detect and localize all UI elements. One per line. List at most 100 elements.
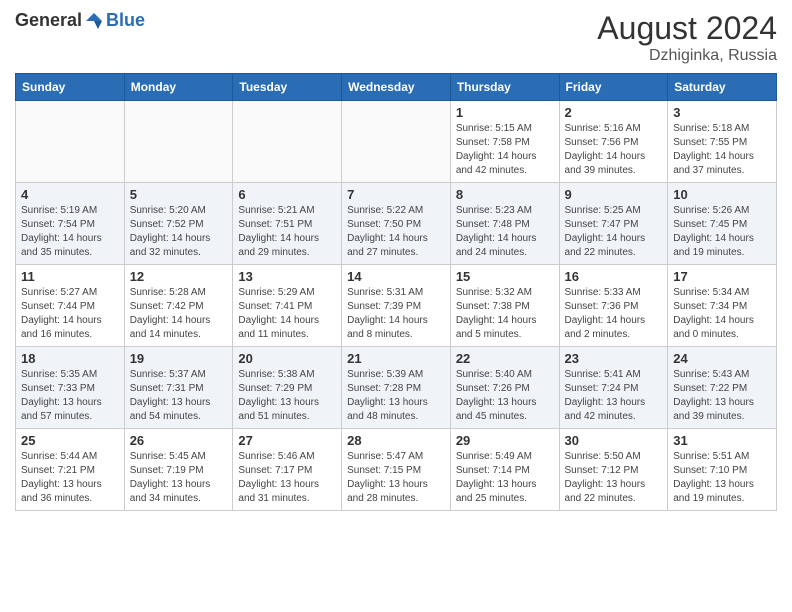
calendar-week-row: 4 Sunrise: 5:19 AM Sunset: 7:54 PM Daylig…	[16, 183, 777, 265]
logo-icon	[84, 11, 104, 31]
day-info: Sunrise: 5:50 AM Sunset: 7:12 PM Dayligh…	[565, 450, 663, 506]
location: Dzhiginka, Russia	[597, 47, 777, 65]
day-info: Sunrise: 5:40 AM Sunset: 7:26 PM Dayligh…	[456, 368, 554, 424]
calendar-cell: 6 Sunrise: 5:21 AM Sunset: 7:51 PM Daylig…	[233, 183, 342, 265]
calendar-cell: 29 Sunrise: 5:49 AM Sunset: 7:14 PM Dayli…	[450, 429, 559, 511]
day-info: Sunrise: 5:21 AM Sunset: 7:51 PM Dayligh…	[238, 204, 336, 260]
day-number: 10	[673, 187, 771, 202]
day-number: 7	[347, 187, 445, 202]
calendar-cell: 11 Sunrise: 5:27 AM Sunset: 7:44 PM Dayli…	[16, 265, 125, 347]
calendar-cell: 18 Sunrise: 5:35 AM Sunset: 7:33 PM Dayli…	[16, 347, 125, 429]
day-info: Sunrise: 5:22 AM Sunset: 7:50 PM Dayligh…	[347, 204, 445, 260]
day-number: 14	[347, 269, 445, 284]
day-info: Sunrise: 5:37 AM Sunset: 7:31 PM Dayligh…	[130, 368, 228, 424]
calendar-cell: 14 Sunrise: 5:31 AM Sunset: 7:39 PM Dayli…	[342, 265, 451, 347]
calendar-cell: 16 Sunrise: 5:33 AM Sunset: 7:36 PM Dayli…	[559, 265, 668, 347]
day-info: Sunrise: 5:44 AM Sunset: 7:21 PM Dayligh…	[21, 450, 119, 506]
month-year: August 2024	[597, 10, 777, 47]
day-info: Sunrise: 5:26 AM Sunset: 7:45 PM Dayligh…	[673, 204, 771, 260]
day-info: Sunrise: 5:19 AM Sunset: 7:54 PM Dayligh…	[21, 204, 119, 260]
calendar-cell: 17Sunrise: 5:34 AM Sunset: 7:34 PM Dayli…	[668, 265, 777, 347]
logo-blue: Blue	[106, 10, 145, 31]
calendar-header-tuesday: Tuesday	[233, 74, 342, 101]
day-number: 12	[130, 269, 228, 284]
day-info: Sunrise: 5:28 AM Sunset: 7:42 PM Dayligh…	[130, 286, 228, 342]
day-number: 6	[238, 187, 336, 202]
header: General Blue August 2024 Dzhiginka, Russ…	[15, 10, 777, 65]
day-number: 5	[130, 187, 228, 202]
day-info: Sunrise: 5:33 AM Sunset: 7:36 PM Dayligh…	[565, 286, 663, 342]
day-number: 27	[238, 433, 336, 448]
calendar-cell	[16, 101, 125, 183]
day-number: 20	[238, 351, 336, 366]
day-number: 11	[21, 269, 119, 284]
calendar-cell: 5 Sunrise: 5:20 AM Sunset: 7:52 PM Daylig…	[124, 183, 233, 265]
calendar-week-row: 25 Sunrise: 5:44 AM Sunset: 7:21 PM Dayli…	[16, 429, 777, 511]
day-info: Sunrise: 5:16 AM Sunset: 7:56 PM Dayligh…	[565, 122, 663, 178]
day-info: Sunrise: 5:49 AM Sunset: 7:14 PM Dayligh…	[456, 450, 554, 506]
day-number: 26	[130, 433, 228, 448]
day-number: 16	[565, 269, 663, 284]
calendar-cell: 26 Sunrise: 5:45 AM Sunset: 7:19 PM Dayli…	[124, 429, 233, 511]
day-number: 4	[21, 187, 119, 202]
day-number: 9	[565, 187, 663, 202]
day-info: Sunrise: 5:27 AM Sunset: 7:44 PM Dayligh…	[21, 286, 119, 342]
calendar-header-wednesday: Wednesday	[342, 74, 451, 101]
day-info: Sunrise: 5:43 AM Sunset: 7:22 PM Dayligh…	[673, 368, 771, 424]
day-info: Sunrise: 5:23 AM Sunset: 7:48 PM Dayligh…	[456, 204, 554, 260]
day-info: Sunrise: 5:25 AM Sunset: 7:47 PM Dayligh…	[565, 204, 663, 260]
day-number: 25	[21, 433, 119, 448]
day-number: 29	[456, 433, 554, 448]
calendar-header-thursday: Thursday	[450, 74, 559, 101]
calendar-cell: 7 Sunrise: 5:22 AM Sunset: 7:50 PM Daylig…	[342, 183, 451, 265]
calendar-cell: 12 Sunrise: 5:28 AM Sunset: 7:42 PM Dayli…	[124, 265, 233, 347]
day-info: Sunrise: 5:31 AM Sunset: 7:39 PM Dayligh…	[347, 286, 445, 342]
calendar-cell: 8 Sunrise: 5:23 AM Sunset: 7:48 PM Daylig…	[450, 183, 559, 265]
day-number: 19	[130, 351, 228, 366]
day-number: 31	[673, 433, 771, 448]
calendar-cell: 30Sunrise: 5:50 AM Sunset: 7:12 PM Dayli…	[559, 429, 668, 511]
calendar-cell: 31 Sunrise: 5:51 AM Sunset: 7:10 PM Dayli…	[668, 429, 777, 511]
logo: General Blue	[15, 10, 145, 31]
day-number: 22	[456, 351, 554, 366]
day-number: 1	[456, 105, 554, 120]
calendar: SundayMondayTuesdayWednesdayThursdayFrid…	[15, 73, 777, 511]
title-section: August 2024 Dzhiginka, Russia	[597, 10, 777, 65]
day-number: 13	[238, 269, 336, 284]
day-info: Sunrise: 5:45 AM Sunset: 7:19 PM Dayligh…	[130, 450, 228, 506]
day-number: 15	[456, 269, 554, 284]
page: General Blue August 2024 Dzhiginka, Russ…	[0, 0, 792, 526]
day-info: Sunrise: 5:38 AM Sunset: 7:29 PM Dayligh…	[238, 368, 336, 424]
day-info: Sunrise: 5:46 AM Sunset: 7:17 PM Dayligh…	[238, 450, 336, 506]
day-info: Sunrise: 5:29 AM Sunset: 7:41 PM Dayligh…	[238, 286, 336, 342]
day-info: Sunrise: 5:39 AM Sunset: 7:28 PM Dayligh…	[347, 368, 445, 424]
calendar-header-saturday: Saturday	[668, 74, 777, 101]
logo-text: General Blue	[15, 10, 145, 31]
day-number: 8	[456, 187, 554, 202]
calendar-cell: 25 Sunrise: 5:44 AM Sunset: 7:21 PM Dayli…	[16, 429, 125, 511]
calendar-cell: 1Sunrise: 5:15 AM Sunset: 7:58 PM Daylig…	[450, 101, 559, 183]
calendar-cell: 13 Sunrise: 5:29 AM Sunset: 7:41 PM Dayli…	[233, 265, 342, 347]
calendar-week-row: 1Sunrise: 5:15 AM Sunset: 7:58 PM Daylig…	[16, 101, 777, 183]
calendar-cell: 22 Sunrise: 5:40 AM Sunset: 7:26 PM Dayli…	[450, 347, 559, 429]
calendar-cell: 20 Sunrise: 5:38 AM Sunset: 7:29 PM Dayli…	[233, 347, 342, 429]
calendar-cell: 19 Sunrise: 5:37 AM Sunset: 7:31 PM Dayli…	[124, 347, 233, 429]
calendar-header-sunday: Sunday	[16, 74, 125, 101]
calendar-cell	[342, 101, 451, 183]
calendar-cell	[233, 101, 342, 183]
day-info: Sunrise: 5:32 AM Sunset: 7:38 PM Dayligh…	[456, 286, 554, 342]
calendar-cell: 9 Sunrise: 5:25 AM Sunset: 7:47 PM Daylig…	[559, 183, 668, 265]
day-info: Sunrise: 5:51 AM Sunset: 7:10 PM Dayligh…	[673, 450, 771, 506]
day-number: 21	[347, 351, 445, 366]
calendar-header-row: SundayMondayTuesdayWednesdayThursdayFrid…	[16, 74, 777, 101]
calendar-header-friday: Friday	[559, 74, 668, 101]
calendar-cell: 3Sunrise: 5:18 AM Sunset: 7:55 PM Daylig…	[668, 101, 777, 183]
day-number: 2	[565, 105, 663, 120]
calendar-cell: 28Sunrise: 5:47 AM Sunset: 7:15 PM Dayli…	[342, 429, 451, 511]
day-info: Sunrise: 5:20 AM Sunset: 7:52 PM Dayligh…	[130, 204, 228, 260]
calendar-cell: 24Sunrise: 5:43 AM Sunset: 7:22 PM Dayli…	[668, 347, 777, 429]
day-info: Sunrise: 5:35 AM Sunset: 7:33 PM Dayligh…	[21, 368, 119, 424]
calendar-cell: 15 Sunrise: 5:32 AM Sunset: 7:38 PM Dayli…	[450, 265, 559, 347]
day-number: 17	[673, 269, 771, 284]
day-number: 18	[21, 351, 119, 366]
